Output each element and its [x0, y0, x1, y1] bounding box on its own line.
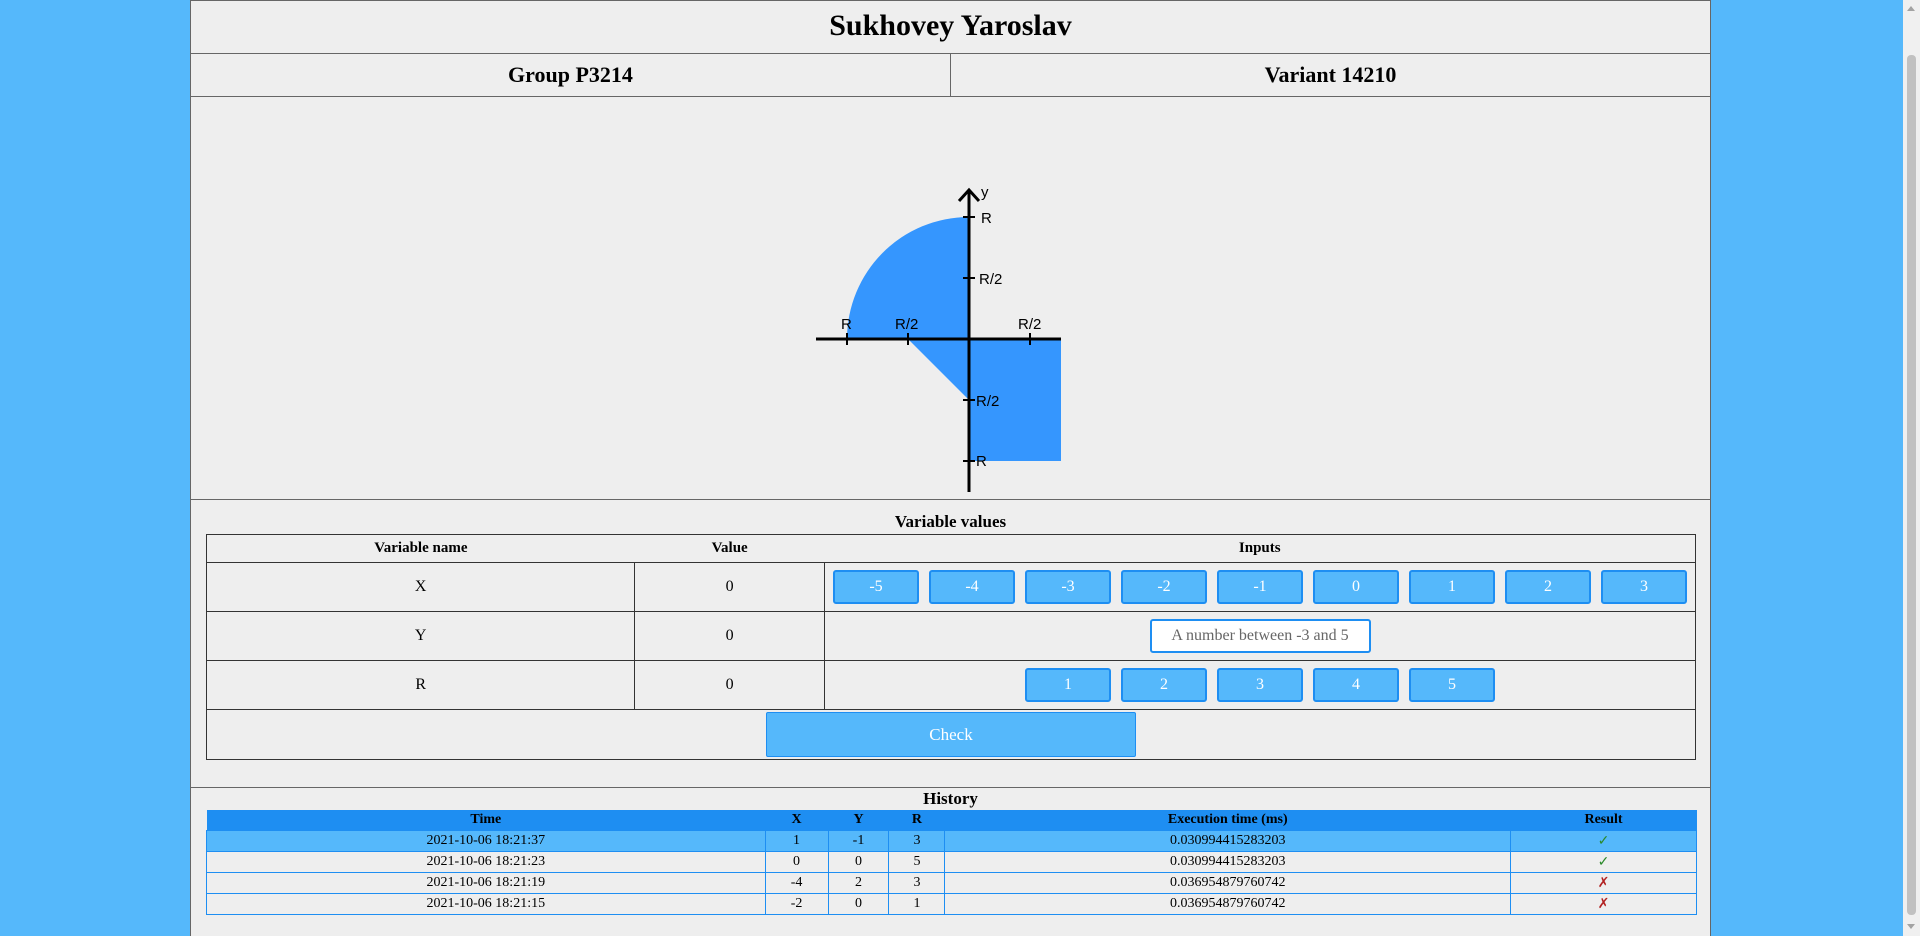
x-button-group: -5 -4 -3 -2 -1 0 1 2 3 [825, 570, 1695, 604]
history-table: Time X Y R Execution time (ms) Result 20… [206, 810, 1697, 915]
history-y: -1 [827, 830, 890, 852]
scrollbar-thumb[interactable] [1907, 55, 1916, 915]
r-option-button[interactable]: 1 [1025, 668, 1111, 702]
r-option-button[interactable]: 4 [1313, 668, 1399, 702]
x-option-button[interactable]: 2 [1505, 570, 1591, 604]
r-option-button[interactable]: 3 [1217, 668, 1303, 702]
tick-label: R/2 [976, 393, 999, 410]
variables-header-row: Variable name Value Inputs [205, 534, 1696, 563]
info-row: Group P3214 Variant 14210 [191, 54, 1710, 97]
tick-label: R [841, 316, 852, 333]
x-option-button[interactable]: 3 [1601, 570, 1687, 604]
check-cell: Check [206, 709, 1696, 760]
history-exec-time: 0.030994415283203 [944, 830, 1512, 852]
history-section: History Time X Y R Execution time (ms) R… [191, 789, 1710, 915]
variables-table: Variable name Value Inputs X 0 -5 -4 -3 … [205, 534, 1696, 760]
variable-name: Y [205, 611, 636, 661]
history-exec-time: 0.036954879760742 [944, 893, 1512, 915]
table-row[interactable]: 2021-10-06 18:21:23 0 0 5 0.030994415283… [206, 851, 1697, 873]
column-header: Value [634, 534, 825, 563]
history-r: 3 [888, 872, 946, 894]
r-inputs: 1 2 3 4 5 [824, 660, 1696, 710]
history-y: 2 [827, 872, 890, 894]
triangle-area [908, 339, 969, 400]
y-input[interactable] [1149, 619, 1371, 653]
history-x: 0 [764, 851, 829, 873]
column-header: X [765, 810, 829, 831]
column-header: R [888, 810, 945, 831]
history-header-row: Time X Y R Execution time (ms) Result [206, 810, 1697, 831]
scroll-down-icon[interactable] [1907, 924, 1915, 929]
variable-row-x: X 0 -5 -4 -3 -2 -1 0 1 2 3 [205, 562, 1696, 612]
x-inputs: -5 -4 -3 -2 -1 0 1 2 3 [824, 562, 1696, 612]
x-option-button[interactable]: -4 [929, 570, 1015, 604]
history-title: History [923, 789, 978, 808]
page-container: Sukhovey Yaroslav Group P3214 Variant 14… [190, 0, 1711, 936]
column-header: Inputs [824, 534, 1696, 563]
column-header: Result [1510, 810, 1697, 831]
r-option-button[interactable]: 5 [1409, 668, 1495, 702]
history-y: 0 [827, 893, 890, 915]
column-header: Variable name [205, 534, 635, 563]
history-x: -2 [764, 893, 829, 915]
column-header: Execution time (ms) [944, 810, 1511, 831]
column-header: Time [206, 810, 766, 831]
x-option-button[interactable]: -3 [1025, 570, 1111, 604]
history-result-cross-icon: ✗ [1510, 893, 1697, 915]
history-time: 2021-10-06 18:21:15 [206, 893, 766, 915]
table-row[interactable]: 2021-10-06 18:21:15 -2 0 1 0.03695487976… [206, 893, 1697, 915]
x-option-button[interactable]: -2 [1121, 570, 1207, 604]
x-option-button[interactable]: -5 [833, 570, 919, 604]
x-option-button[interactable]: 0 [1313, 570, 1399, 604]
group-label: Group P3214 [508, 62, 633, 87]
y-inputs [824, 611, 1696, 661]
variable-name: R [205, 660, 636, 710]
x-option-button[interactable]: 1 [1409, 570, 1495, 604]
variable-value: 0 [634, 611, 825, 661]
check-row: Check [206, 709, 1696, 760]
table-row[interactable]: 2021-10-06 18:21:19 -4 2 3 0.03695487976… [206, 872, 1697, 894]
history-x: -4 [764, 872, 829, 894]
history-exec-time: 0.030994415283203 [944, 851, 1512, 873]
scroll-up-icon[interactable] [1907, 6, 1915, 11]
tick-label: R/2 [1018, 316, 1041, 333]
variable-row-r: R 0 1 2 3 4 5 [205, 660, 1696, 710]
tick-label: R [976, 453, 987, 470]
variables-section: Variable values Variable name Value Inpu… [191, 500, 1710, 788]
variable-value: 0 [634, 660, 825, 710]
axis-label-y: y [981, 184, 989, 201]
table-row[interactable]: 2021-10-06 18:21:37 1 -1 3 0.03099441528… [206, 830, 1697, 852]
column-header: Y [828, 810, 889, 831]
history-y: 0 [827, 851, 890, 873]
history-result-check-icon: ✓ [1510, 830, 1697, 852]
variables-title: Variable values [894, 512, 1007, 531]
history-time: 2021-10-06 18:21:19 [206, 872, 766, 894]
x-option-button[interactable]: -1 [1217, 570, 1303, 604]
variant-label: Variant 14210 [950, 54, 1710, 96]
variable-name: X [205, 562, 636, 612]
history-r: 1 [888, 893, 946, 915]
history-time: 2021-10-06 18:21:23 [206, 851, 766, 873]
history-result-check-icon: ✓ [1510, 851, 1697, 873]
r-button-group: 1 2 3 4 5 [825, 668, 1695, 702]
history-time: 2021-10-06 18:21:37 [206, 830, 766, 852]
history-exec-time: 0.036954879760742 [944, 872, 1512, 894]
check-button[interactable]: Check [766, 712, 1136, 757]
page-title: Sukhovey Yaroslav [191, 0, 1710, 54]
variable-value: 0 [634, 562, 825, 612]
variable-row-y: Y 0 [205, 611, 1696, 661]
history-x: 1 [764, 830, 829, 852]
history-result-cross-icon: ✗ [1510, 872, 1697, 894]
tick-label: R [981, 210, 992, 227]
vertical-scrollbar[interactable] [1903, 0, 1920, 936]
tick-label: R/2 [979, 271, 1002, 288]
graph-section: x y R R/2 R/2 R R R/2 R/2 R [191, 97, 1710, 500]
history-r: 5 [888, 851, 946, 873]
tick-label: R/2 [895, 316, 918, 333]
area-graph[interactable]: x y R R/2 R/2 R R R/2 R/2 R [741, 97, 1061, 500]
r-option-button[interactable]: 2 [1121, 668, 1207, 702]
history-r: 3 [888, 830, 946, 852]
